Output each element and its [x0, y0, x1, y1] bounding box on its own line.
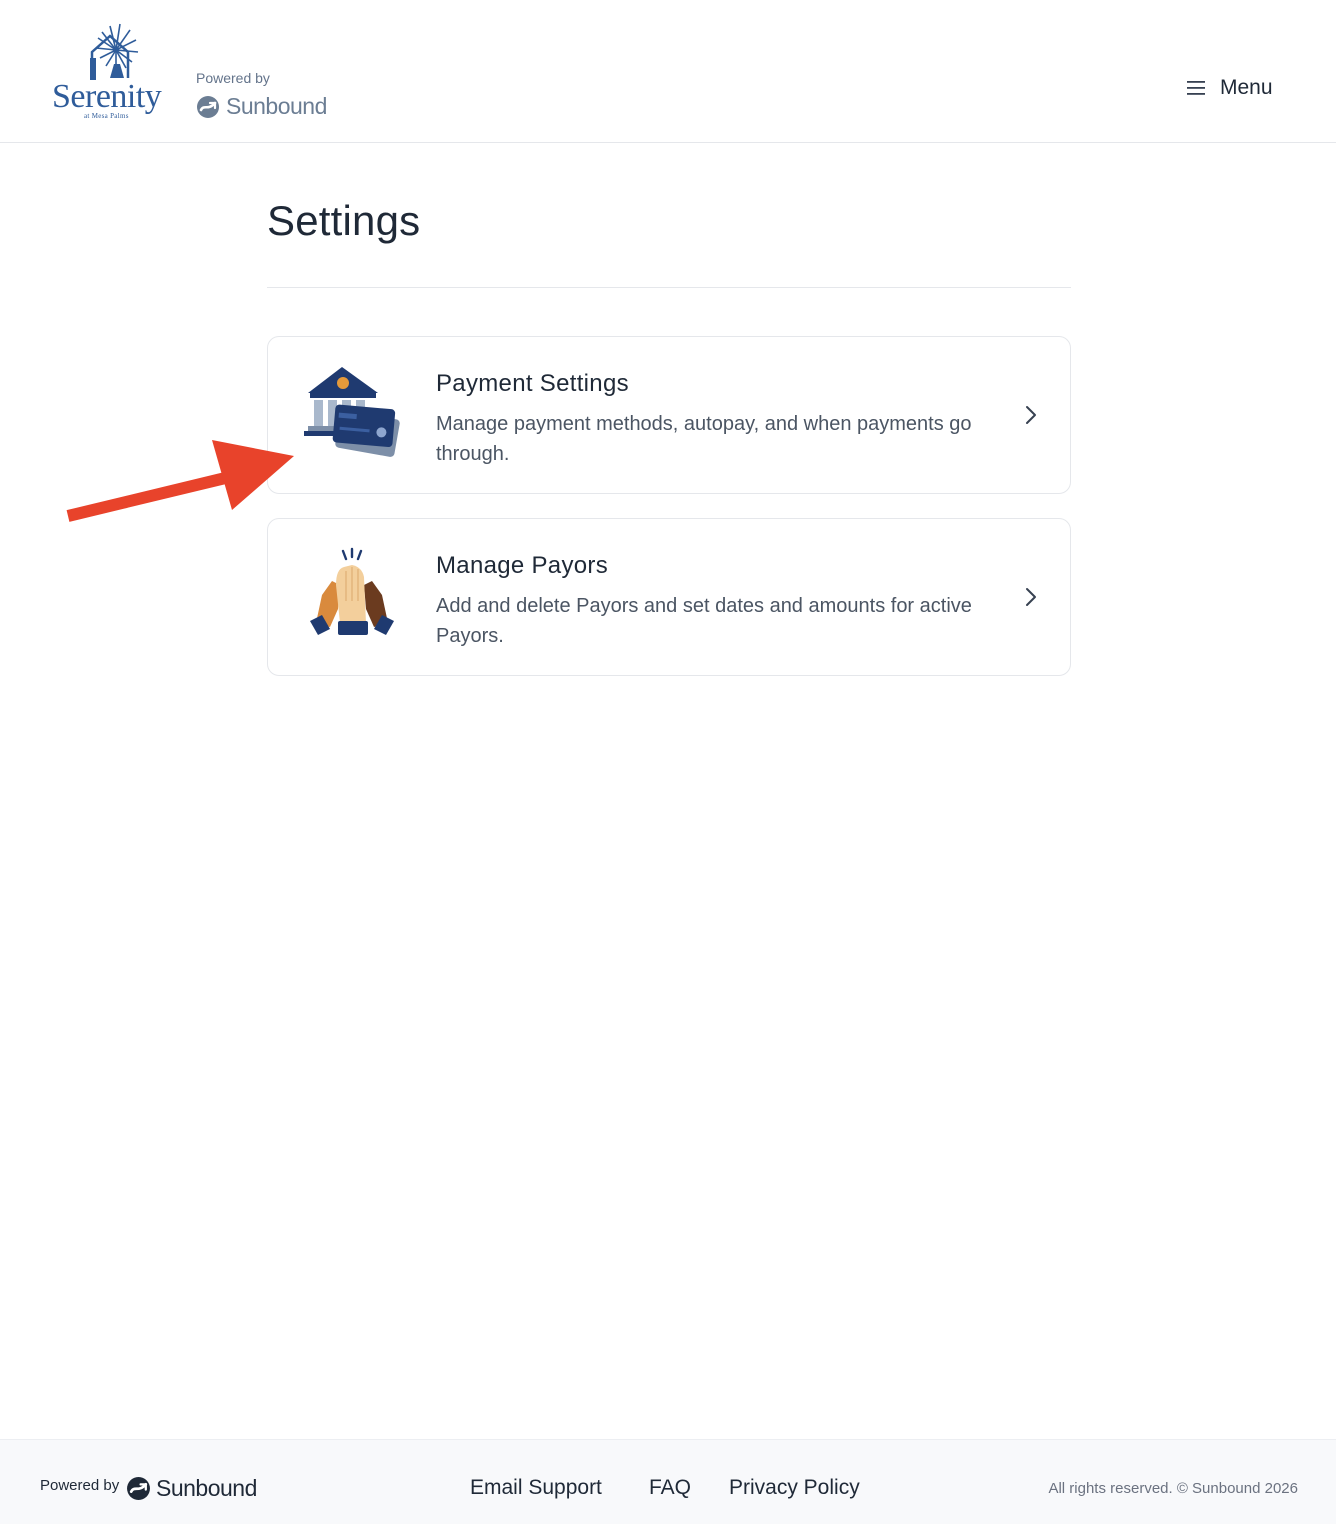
- powered-by-label: Powered by: [196, 70, 270, 86]
- chevron-right-icon: [1026, 588, 1036, 606]
- high-five-icon: [310, 547, 394, 635]
- privacy-policy-link[interactable]: Privacy Policy: [729, 1476, 860, 1500]
- menu-button[interactable]: Menu: [1186, 76, 1273, 100]
- sunbound-mark-icon: [127, 1477, 150, 1500]
- payment-settings-card[interactable]: Payment Settings Manage payment methods,…: [267, 336, 1071, 494]
- brand-wordmark: Serenity: [52, 78, 162, 115]
- bank-card-icon: [304, 367, 400, 457]
- hamburger-icon: [1187, 81, 1205, 95]
- sunbound-wordmark: Sunbound: [156, 1475, 257, 1501]
- faq-link[interactable]: FAQ: [649, 1476, 691, 1500]
- title-divider: [267, 287, 1071, 288]
- menu-label: Menu: [1220, 76, 1273, 99]
- sunbound-mark-icon: [197, 95, 219, 118]
- site-footer: Powered by Sunbound Email Support FAQ Pr…: [0, 1439, 1336, 1524]
- sunbound-logo[interactable]: Sunbound: [196, 93, 327, 120]
- site-header: Serenity at Mesa Palms Powered by Sunbou…: [0, 0, 1336, 143]
- email-support-link[interactable]: Email Support: [470, 1476, 602, 1500]
- card-title: Manage Payors: [436, 552, 608, 579]
- card-title: Payment Settings: [436, 370, 629, 397]
- page-title: Settings: [267, 197, 421, 244]
- card-description: Manage payment methods, autopay, and whe…: [436, 413, 972, 465]
- sunbound-wordmark: Sunbound: [226, 93, 327, 119]
- annotation-arrow-icon: [66, 440, 294, 522]
- sunbound-logo[interactable]: Sunbound: [126, 1475, 257, 1502]
- card-description: Add and delete Payors and set dates and …: [436, 595, 972, 647]
- brand-subtitle: at Mesa Palms: [84, 112, 129, 120]
- powered-by-label: Powered by: [40, 1477, 120, 1494]
- chevron-right-icon: [1026, 406, 1036, 424]
- copyright-text: All rights reserved. © Sunbound 2026: [1048, 1480, 1298, 1497]
- manage-payors-card[interactable]: Manage Payors Add and delete Payors and …: [267, 518, 1071, 676]
